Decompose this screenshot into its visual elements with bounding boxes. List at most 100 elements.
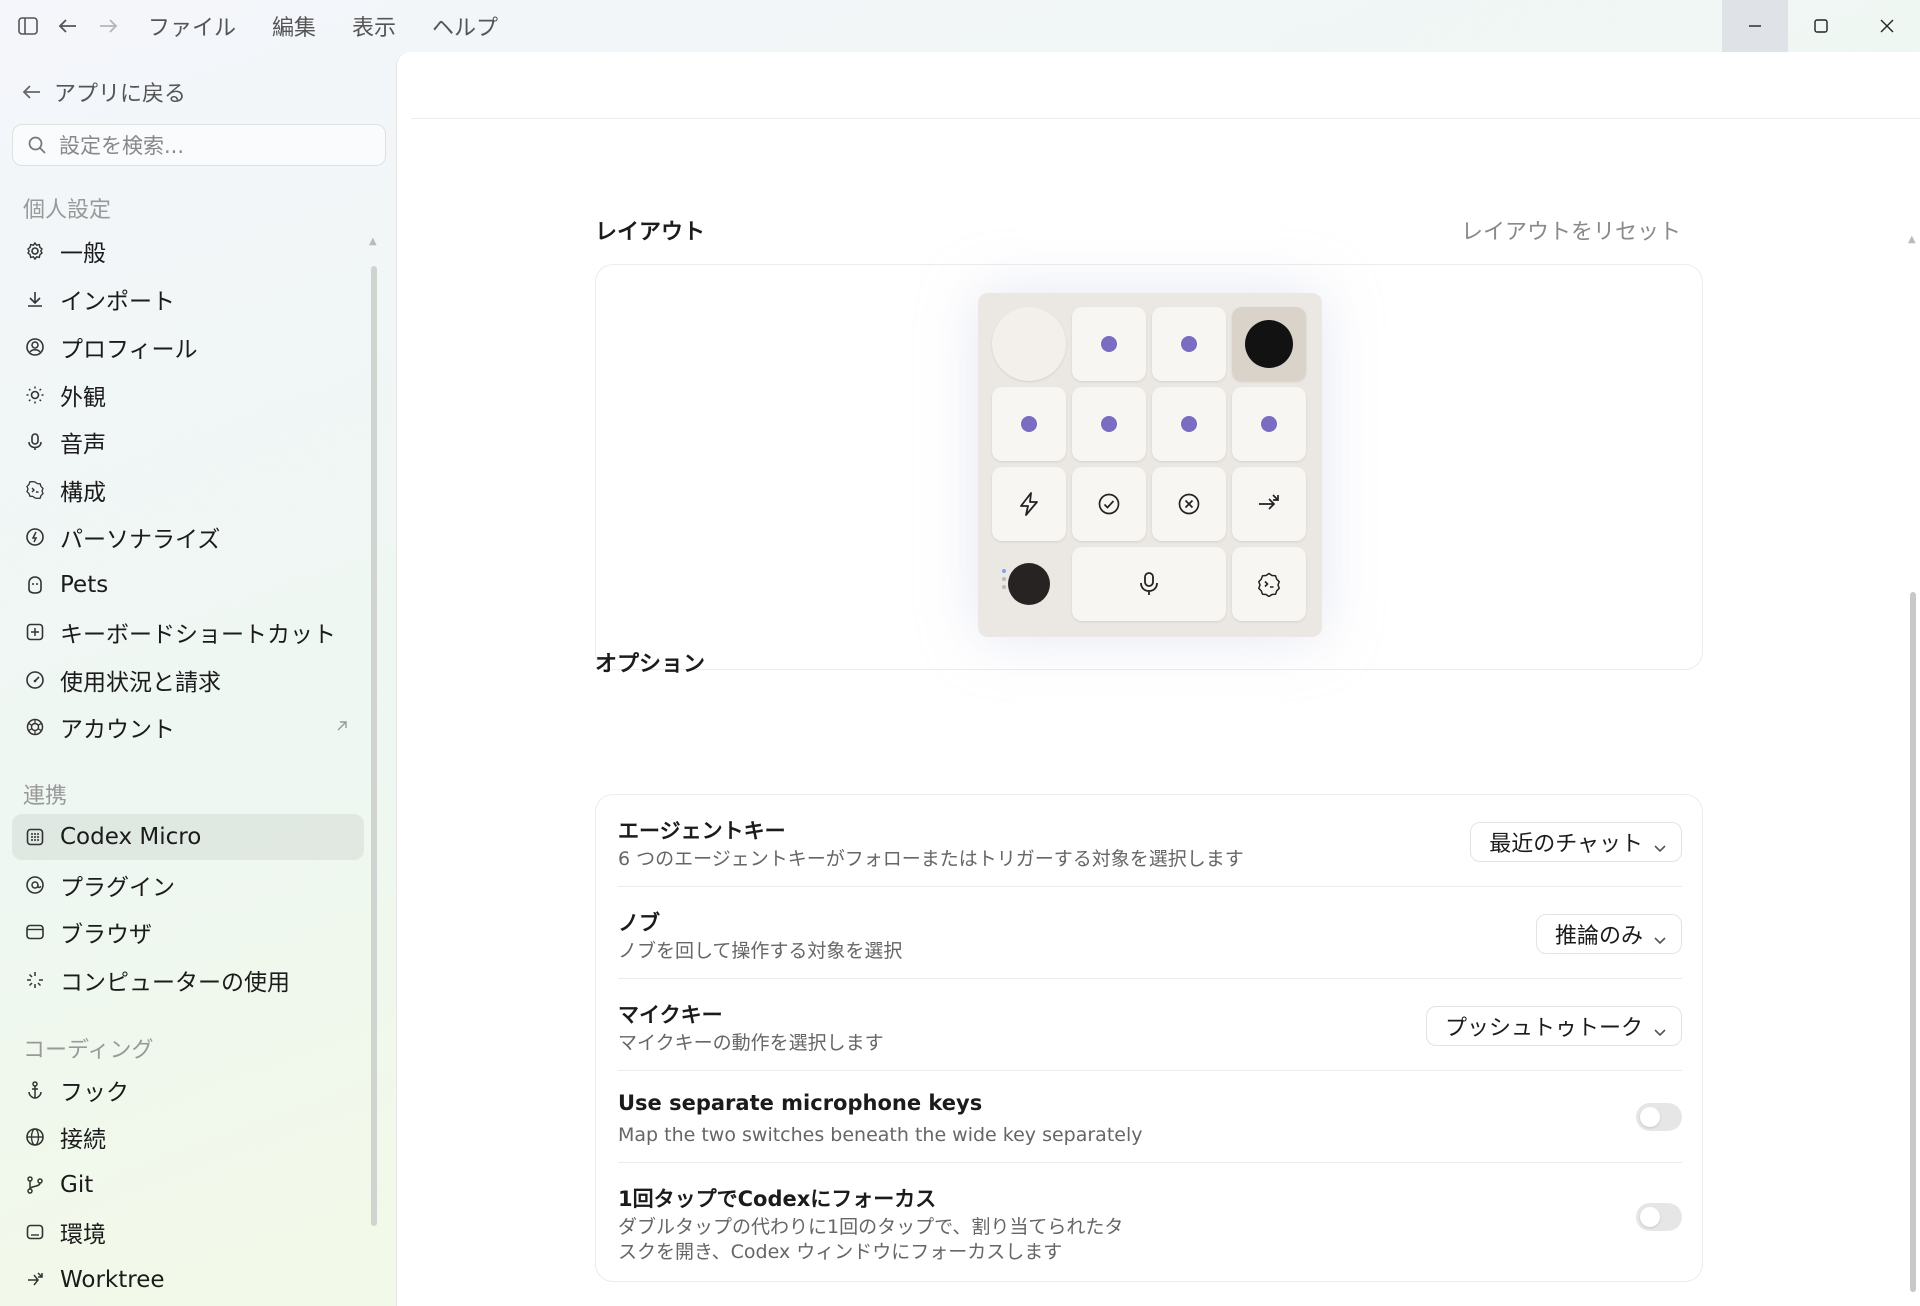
sidebar-item-plugins[interactable]: プラグイン [12, 862, 364, 908]
sidebar-item-voice[interactable]: 音声 [12, 419, 364, 465]
agent-keys-dropdown[interactable]: 最近のチャット [1470, 822, 1682, 862]
sidebar-item-appearance[interactable]: 外観 [12, 372, 364, 418]
option-title: マイクキー [618, 1003, 723, 1027]
codex-terminal-icon [1257, 572, 1281, 597]
knob-dropdown[interactable]: 推論のみ [1535, 914, 1682, 954]
agent-dot-icon [1261, 416, 1277, 432]
option-description: ダブルタップの代わりに1回のタップで、割り当てられたタスクを開き、Codex ウ… [618, 1216, 1124, 1263]
merge-key[interactable] [1232, 467, 1306, 541]
x-circle-icon [1178, 493, 1200, 515]
option-separate-mic-keys: Use separate microphone keys Map the two… [618, 1071, 1682, 1163]
agent-key-4[interactable] [1072, 387, 1146, 461]
keypad-icon [24, 826, 46, 848]
separate-mic-keys-toggle[interactable] [1636, 1103, 1682, 1131]
title-bar: ファイル 編集 表示 ヘルプ [0, 0, 1920, 52]
sidebar-item-general[interactable]: 一般 [12, 228, 364, 274]
sun-icon [24, 384, 46, 406]
sidebar-item-usage-billing[interactable]: 使用状況と請求 [12, 657, 364, 703]
codex-key[interactable] [1232, 547, 1306, 621]
option-title: ノブ [618, 911, 660, 935]
external-link-icon [334, 714, 350, 740]
sidebar-item-label: 接続 [60, 1127, 106, 1153]
sidebar-scroll-thumb[interactable] [371, 266, 377, 1226]
maximize-button[interactable] [1788, 0, 1854, 52]
scroll-up-arrow-icon[interactable]: ▲ [1908, 234, 1916, 245]
option-agent-keys: エージェントキー 6 つのエージェントキーがフォローまたはトリガーする対象を選択… [618, 795, 1682, 887]
menu-file[interactable]: ファイル [148, 10, 236, 42]
sidebar-item-label: 構成 [60, 480, 106, 506]
sidebar-item-label: 音声 [60, 432, 106, 458]
personalize-icon [24, 526, 46, 548]
menu-help[interactable]: ヘルプ [432, 10, 498, 42]
sidebar-item-label: パーソナライズ [60, 527, 221, 553]
forward-arrow-icon[interactable] [88, 0, 128, 52]
sidebar-item-label: Git [60, 1172, 94, 1198]
scroll-up-arrow-icon[interactable]: ▲ [369, 236, 377, 247]
main-scroll-thumb[interactable] [1910, 592, 1916, 1292]
sidebar-item-label: キーボードショートカット [60, 622, 336, 648]
agent-key-6[interactable] [1232, 387, 1306, 461]
knob-key[interactable] [1232, 307, 1306, 381]
status-dots-icon [1002, 569, 1006, 589]
menu-view[interactable]: 表示 [352, 10, 396, 42]
sidebar-item-environment[interactable]: 環境 [12, 1209, 364, 1255]
sidebar-item-hooks[interactable]: フック [12, 1067, 364, 1113]
status-ball-icon [1008, 563, 1050, 605]
sparkle-icon [24, 969, 46, 991]
option-mic-key: マイクキー マイクキーの動作を選択します プッシュトゥトーク [618, 979, 1682, 1071]
sidebar-scrollbar[interactable]: ▲ [369, 222, 379, 1227]
sidebar-item-pets[interactable]: Pets [12, 562, 364, 608]
sidebar-item-connections[interactable]: 接続 [12, 1114, 364, 1160]
sidebar-item-configuration[interactable]: 構成 [12, 467, 364, 513]
reject-key[interactable] [1152, 467, 1226, 541]
sidebar-item-git[interactable]: Git [12, 1162, 364, 1208]
menu-edit[interactable]: 編集 [272, 10, 316, 42]
agent-key-5[interactable] [1152, 387, 1226, 461]
status-ball-key[interactable] [992, 547, 1066, 621]
option-knob: ノブ ノブを回して操作する対象を選択 推論のみ [618, 887, 1682, 979]
sidebar-toggle-icon[interactable] [8, 0, 48, 52]
sidebar-item-codex-micro[interactable]: Codex Micro [12, 814, 364, 860]
sidebar-item-label: 外観 [60, 385, 106, 411]
microphone-key[interactable] [1072, 547, 1226, 621]
minimize-button[interactable] [1722, 0, 1788, 52]
sidebar-item-label: プロフィール [60, 337, 198, 363]
download-icon [24, 288, 46, 310]
agent-dot-icon [1101, 416, 1117, 432]
main-scrollbar[interactable]: ▲ [1906, 232, 1920, 1302]
single-tap-focus-toggle[interactable] [1636, 1203, 1682, 1231]
lightning-key[interactable] [992, 467, 1066, 541]
gear-icon [24, 240, 46, 262]
approve-key[interactable] [1072, 467, 1146, 541]
back-to-app-link[interactable]: アプリに戻る [22, 76, 186, 108]
back-arrow-icon[interactable] [48, 0, 88, 52]
close-button[interactable] [1854, 0, 1920, 52]
agent-key-2[interactable] [1152, 307, 1226, 381]
option-single-tap-focus: 1回タップでCodexにフォーカス ダブルタップの代わりに1回のタップで、割り当… [618, 1163, 1682, 1281]
sidebar-item-keyboard-shortcuts[interactable]: キーボードショートカット [12, 609, 364, 655]
sidebar-item-browser[interactable]: ブラウザ [12, 909, 364, 955]
agent-key-1[interactable] [1072, 307, 1146, 381]
dropdown-value: 推論のみ [1554, 924, 1643, 949]
settings-search-input[interactable]: 設定を検索... [12, 124, 386, 166]
option-title: Use separate microphone keys [618, 1091, 983, 1115]
sidebar-item-label: プラグイン [60, 875, 175, 901]
options-card: エージェントキー 6 つのエージェントキーがフォローまたはトリガーする対象を選択… [595, 794, 1703, 1282]
sidebar-item-worktree[interactable]: Worktree [12, 1257, 364, 1303]
sidebar-item-account[interactable]: アカウント [12, 704, 364, 750]
sidebar-item-profile[interactable]: プロフィール [12, 324, 364, 370]
profile-icon [24, 336, 46, 358]
openai-icon [24, 716, 46, 738]
sidebar-item-label: Pets [60, 572, 109, 598]
knob-left-key[interactable] [992, 307, 1066, 381]
mic-key-dropdown[interactable]: プッシュトゥトーク [1425, 1006, 1682, 1046]
sidebar-item-computer-use[interactable]: コンピューターの使用 [12, 957, 364, 1003]
sidebar-item-import[interactable]: インポート [12, 276, 364, 322]
reset-layout-button[interactable]: レイアウトをリセット [1461, 214, 1681, 246]
browser-icon [24, 921, 46, 943]
sidebar-item-label: 一般 [60, 241, 106, 267]
agent-key-3[interactable] [992, 387, 1066, 461]
sidebar-item-label: フック [60, 1080, 129, 1106]
agent-dot-icon [1101, 336, 1117, 352]
sidebar-item-personalize[interactable]: パーソナライズ [12, 514, 364, 560]
